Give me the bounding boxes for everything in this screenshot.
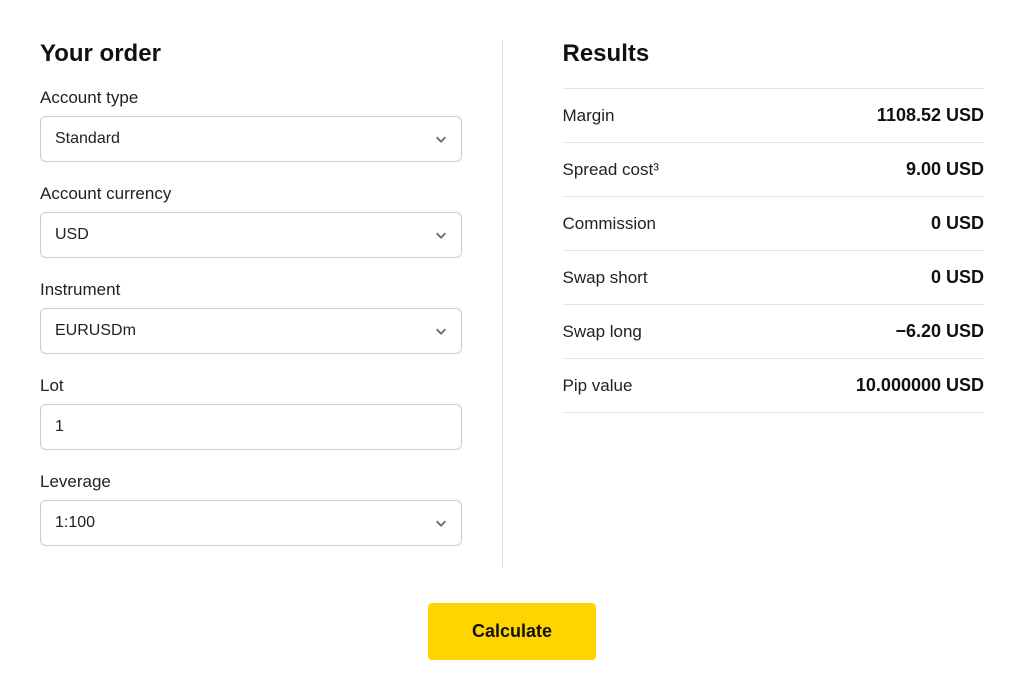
result-label: Swap short: [563, 268, 648, 288]
account-type-value: Standard: [55, 130, 421, 148]
account-type-label: Account type: [40, 88, 462, 108]
order-title: Your order: [40, 40, 462, 68]
result-label: Margin: [563, 106, 615, 126]
result-value: 0 USD: [931, 267, 984, 288]
leverage-label: Leverage: [40, 472, 462, 492]
order-panel: Your order Account type Standard Account…: [40, 40, 503, 568]
result-row: Swap long −6.20 USD: [563, 305, 985, 359]
lot-input[interactable]: [40, 404, 462, 450]
instrument-value: EURUSDm: [55, 322, 421, 340]
result-row: Margin 1108.52 USD: [563, 89, 985, 143]
result-label: Commission: [563, 214, 657, 234]
account-currency-select[interactable]: USD: [40, 212, 462, 258]
result-label: Pip value: [563, 376, 633, 396]
account-currency-value: USD: [55, 226, 421, 244]
leverage-value: 1:100: [55, 514, 421, 532]
account-type-select[interactable]: Standard: [40, 116, 462, 162]
calculate-button[interactable]: Calculate: [428, 603, 596, 660]
result-value: 10.000000 USD: [856, 375, 984, 396]
instrument-label: Instrument: [40, 280, 462, 300]
lot-label: Lot: [40, 376, 462, 396]
results-panel: Results Margin 1108.52 USD Spread cost³ …: [563, 40, 985, 568]
result-value: 0 USD: [931, 213, 984, 234]
instrument-select[interactable]: EURUSDm: [40, 308, 462, 354]
result-row: Commission 0 USD: [563, 197, 985, 251]
results-title: Results: [563, 40, 985, 68]
result-label: Swap long: [563, 322, 642, 342]
result-row: Pip value 10.000000 USD: [563, 359, 985, 413]
results-list: Margin 1108.52 USD Spread cost³ 9.00 USD…: [563, 88, 985, 413]
result-value: −6.20 USD: [895, 321, 984, 342]
result-label: Spread cost³: [563, 160, 659, 180]
result-value: 1108.52 USD: [877, 105, 984, 126]
result-row: Spread cost³ 9.00 USD: [563, 143, 985, 197]
result-value: 9.00 USD: [906, 159, 984, 180]
leverage-select[interactable]: 1:100: [40, 500, 462, 546]
result-row: Swap short 0 USD: [563, 251, 985, 305]
account-currency-label: Account currency: [40, 184, 462, 204]
